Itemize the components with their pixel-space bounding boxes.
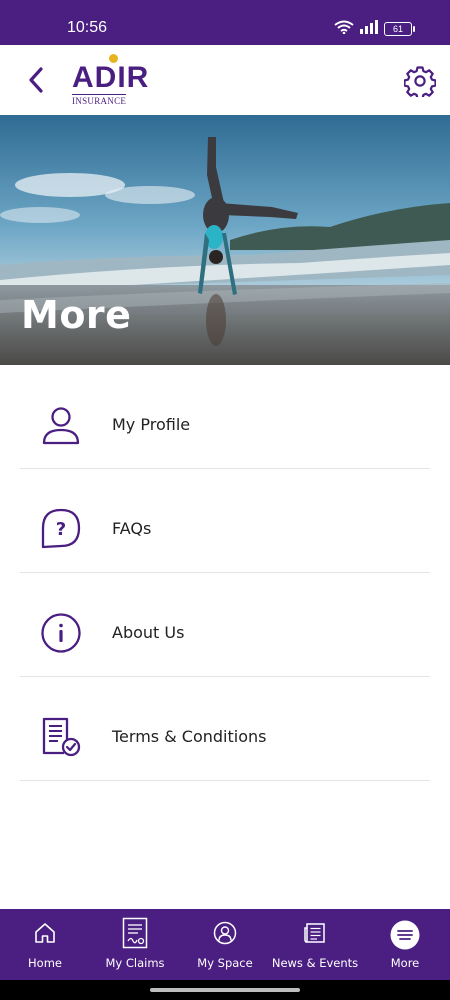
logo-subtext: INSURANCE (72, 94, 127, 106)
nav-label: My Space (197, 956, 253, 970)
menu-item-label: FAQs (112, 519, 152, 538)
home-indicator[interactable] (150, 988, 300, 992)
info-icon (40, 612, 82, 654)
menu-lines-icon (390, 920, 420, 950)
nav-label: My Claims (105, 956, 165, 970)
menu-item-about-us[interactable]: About Us (20, 573, 430, 677)
back-button[interactable] (22, 63, 52, 97)
question-bubble-icon: ? (40, 508, 82, 550)
adir-insurance-logo: ADIR INSURANCE (72, 53, 148, 109)
menu-item-label: About Us (112, 623, 185, 642)
settings-button[interactable] (403, 65, 437, 100)
system-gesture-bar (0, 980, 450, 1000)
status-time: 10:56 (67, 19, 108, 36)
profile-circle-icon (213, 921, 237, 951)
gear-icon (403, 66, 437, 100)
signal-icon (360, 19, 378, 38)
page-title: More (21, 293, 132, 337)
svg-text:?: ? (56, 519, 66, 540)
wifi-icon (334, 19, 354, 38)
nav-home[interactable]: Home (0, 909, 90, 980)
menu-item-label: My Profile (112, 415, 191, 434)
nav-my-claims[interactable]: My Claims (90, 909, 180, 980)
user-icon (40, 404, 82, 446)
menu-item-my-profile[interactable]: My Profile (20, 365, 430, 469)
hero-banner: More (0, 115, 450, 365)
menu-item-terms-conditions[interactable]: Terms & Conditions (20, 677, 430, 781)
bottom-nav: Home My Claims My Space News & Events Mo… (0, 909, 450, 980)
status-bar: 10:56 61 (0, 0, 450, 45)
chevron-left-icon (29, 67, 43, 93)
status-icons: 61 (334, 19, 415, 38)
document-check-icon (40, 716, 82, 758)
nav-more[interactable]: More (360, 909, 450, 980)
logo-dot (109, 54, 118, 63)
nav-news-events[interactable]: News & Events (270, 909, 360, 980)
nav-label: Home (28, 956, 62, 970)
nav-label: News & Events (271, 956, 359, 970)
nav-my-space[interactable]: My Space (180, 909, 270, 980)
battery-icon: 61 (384, 21, 415, 36)
home-icon (33, 921, 57, 951)
app-header: ADIR INSURANCE (0, 45, 450, 115)
claims-document-icon (122, 917, 148, 949)
logo-text: ADIR (72, 61, 150, 94)
menu-item-label: Terms & Conditions (112, 727, 267, 746)
more-menu-list: My Profile ? FAQs About Us Terms & Condi… (20, 365, 430, 781)
menu-item-faqs[interactable]: ? FAQs (20, 469, 430, 573)
newspaper-icon (303, 921, 327, 951)
nav-label: More (390, 956, 420, 970)
